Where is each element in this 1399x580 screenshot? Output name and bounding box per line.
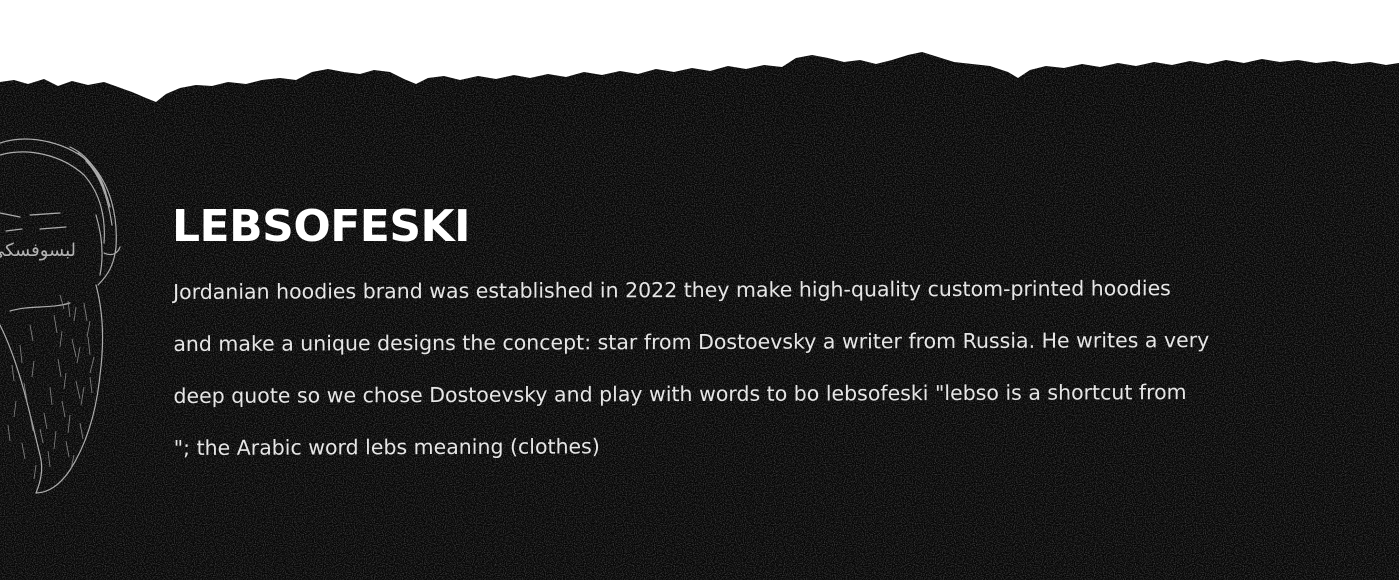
description-line: Jordanian hoodies brand was established … <box>173 276 1171 304</box>
brand-description: Jordanian hoodies brand was established … <box>173 261 1354 474</box>
arabic-brand-mark: لبسوفسكي <box>0 240 76 261</box>
dostoevsky-portrait-illustration <box>0 138 121 494</box>
description-line: deep quote so we chose Dostoevsky and pl… <box>173 380 1187 408</box>
about-banner-section: لبسوفسكي LEBSOFESKI Jordanian hoodies br… <box>0 0 1399 580</box>
description-line: and make a unique designs the concept: s… <box>173 328 1210 356</box>
brand-title: LEBSOFESKI <box>172 201 471 252</box>
description-line: "; the Arabic word lebs meaning (clothes… <box>173 434 600 460</box>
